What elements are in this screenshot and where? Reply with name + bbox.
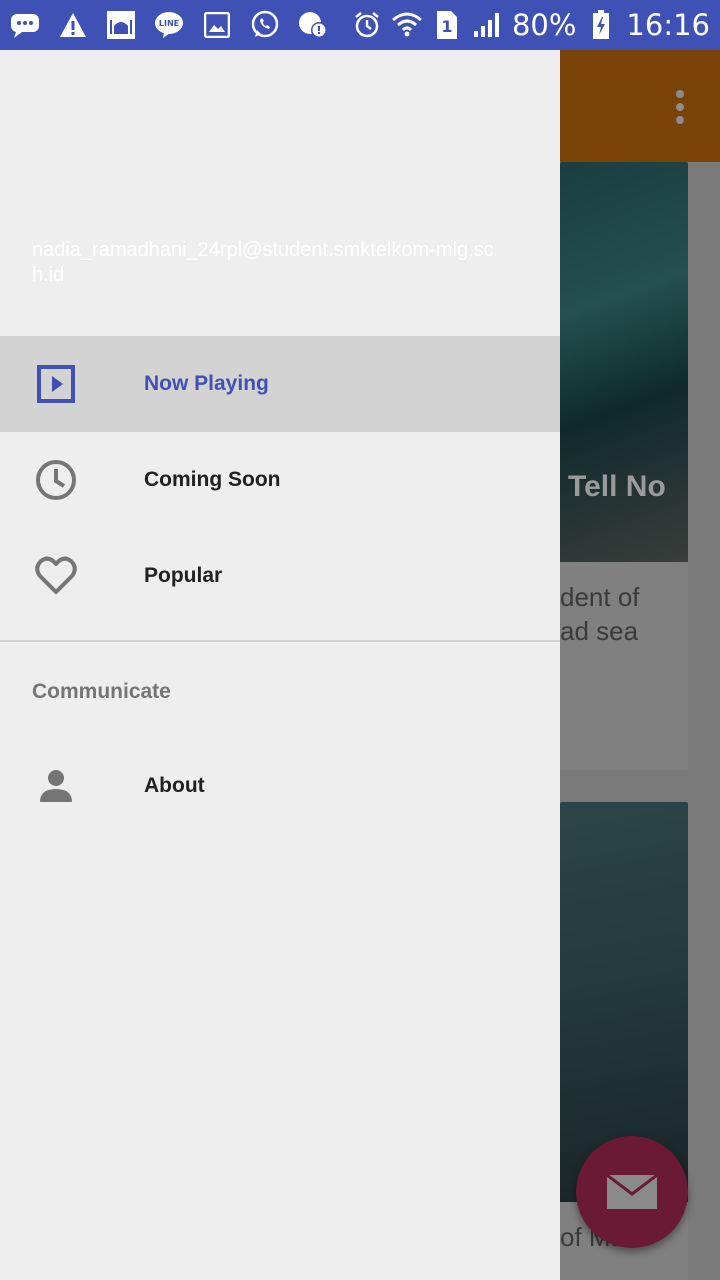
signal-icon bbox=[472, 10, 502, 40]
overview-line: ad sea bbox=[560, 616, 639, 646]
poster-title: Tell No bbox=[568, 470, 666, 503]
movie-card[interactable]: Tell No dent of ad sea bbox=[560, 162, 688, 770]
heart-icon bbox=[34, 554, 78, 598]
alarm-icon bbox=[352, 10, 382, 40]
movie-overview: dent of ad sea bbox=[560, 580, 640, 648]
mosque-app-icon bbox=[106, 10, 136, 40]
drawer-header: nadia_ramadhani_24rpl@student.smktelkom-… bbox=[0, 50, 560, 336]
status-bar: LINE 1 80% 16:16 bbox=[0, 0, 720, 50]
notification-icons: LINE bbox=[0, 10, 328, 40]
mail-icon bbox=[606, 1174, 658, 1209]
email-fab[interactable] bbox=[576, 1136, 688, 1248]
svg-text:1: 1 bbox=[441, 17, 452, 36]
battery-charging-icon bbox=[586, 10, 616, 40]
person-icon bbox=[34, 764, 78, 808]
overview-line: dent of bbox=[560, 582, 640, 612]
section-title-communicate: Communicate bbox=[32, 680, 171, 703]
nav-item-popular[interactable]: Popular bbox=[0, 528, 560, 624]
nav-item-now-playing[interactable]: Now Playing bbox=[0, 336, 560, 432]
clock: 16:16 bbox=[626, 8, 710, 42]
navigation-drawer: nadia_ramadhani_24rpl@student.smktelkom-… bbox=[0, 50, 560, 1280]
system-icons: 1 80% 16:16 bbox=[352, 0, 710, 50]
more-options-icon[interactable] bbox=[676, 90, 684, 129]
divider bbox=[0, 640, 560, 642]
line-icon: LINE bbox=[154, 10, 184, 40]
messages-icon bbox=[10, 10, 40, 40]
svg-text:LINE: LINE bbox=[159, 19, 179, 28]
nav-item-label: Now Playing bbox=[144, 372, 269, 395]
movie-poster: Tell No bbox=[560, 162, 688, 562]
chat-alert-icon bbox=[298, 10, 328, 40]
nav-item-label: Popular bbox=[144, 564, 223, 587]
nav-item-label: About bbox=[144, 774, 205, 797]
gallery-icon bbox=[202, 10, 232, 40]
user-email: nadia_ramadhani_24rpl@student.smktelkom-… bbox=[32, 239, 494, 286]
nav-item-label: Coming Soon bbox=[144, 468, 281, 491]
clock-icon bbox=[34, 458, 78, 502]
wifi-icon bbox=[391, 10, 422, 40]
nav-item-about[interactable]: About bbox=[0, 738, 560, 834]
nav-item-coming-soon[interactable]: Coming Soon bbox=[0, 432, 560, 528]
sim-icon: 1 bbox=[432, 10, 462, 40]
battery-percent: 80% bbox=[511, 8, 577, 42]
play-box-icon bbox=[34, 362, 78, 406]
whatsapp-icon bbox=[250, 10, 280, 40]
warning-icon bbox=[58, 10, 88, 40]
